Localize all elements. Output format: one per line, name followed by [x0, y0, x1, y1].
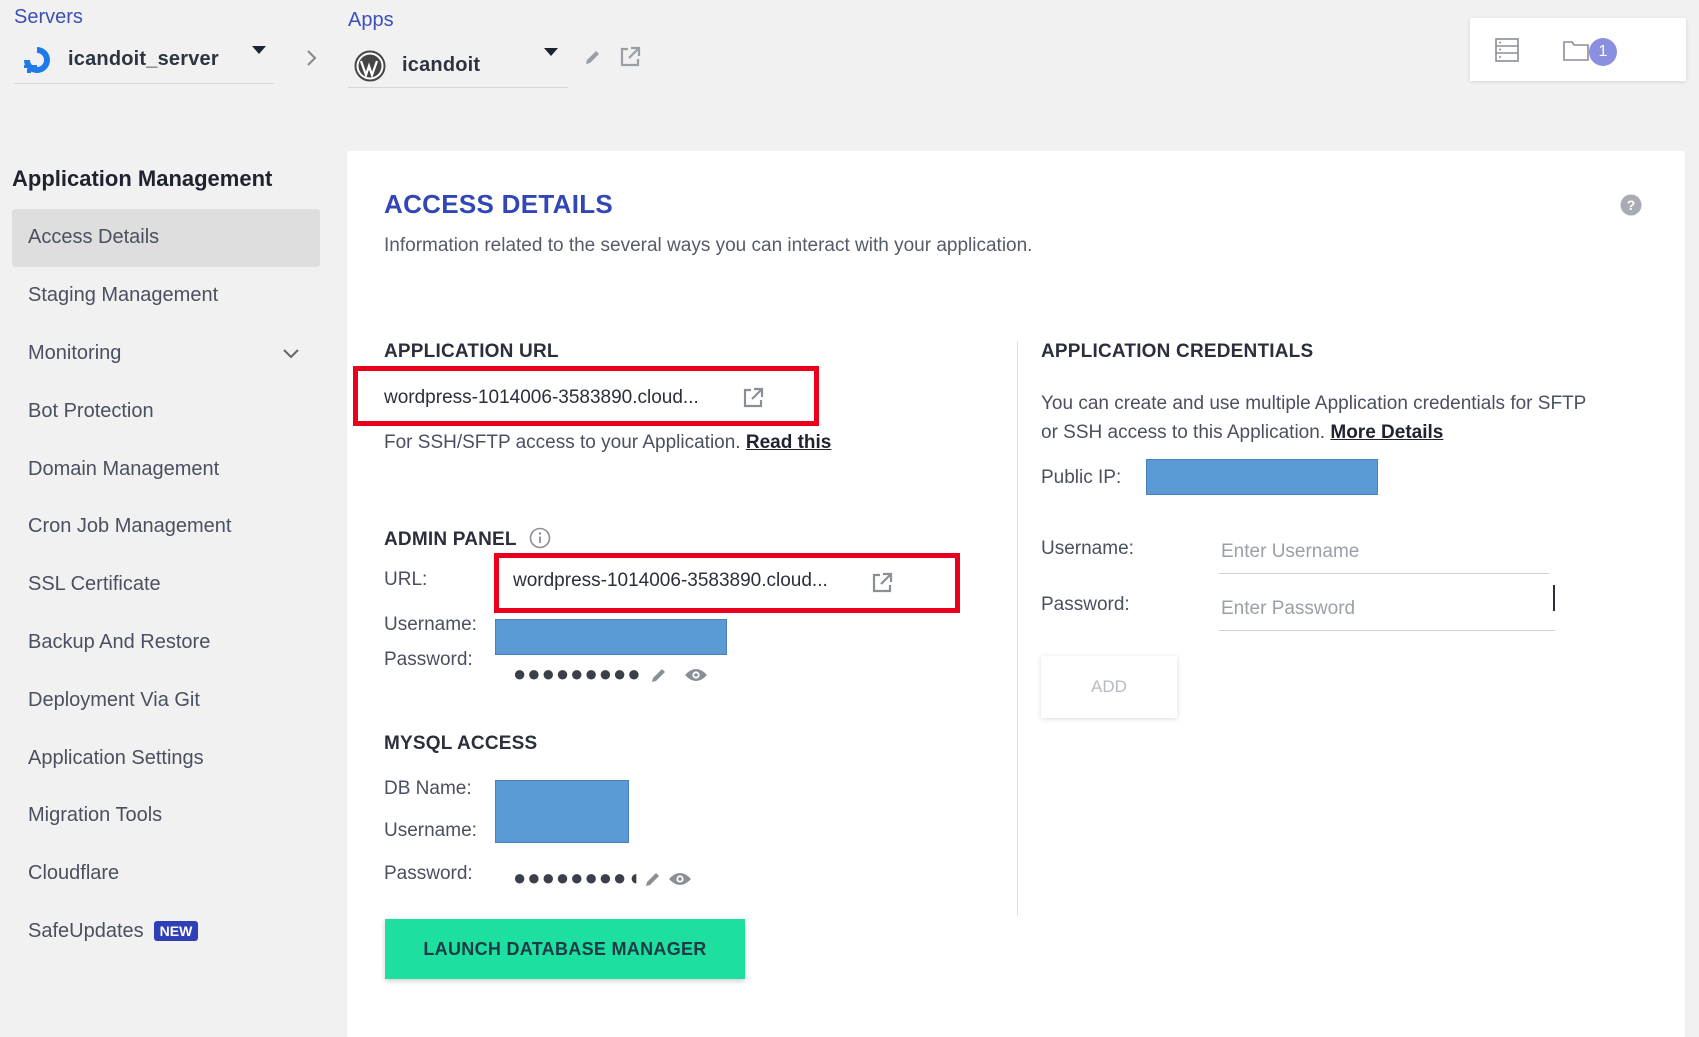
read-this-link[interactable]: Read this: [746, 432, 832, 453]
credential-password-input[interactable]: Enter Password: [1219, 591, 1555, 631]
sidebar-item-application-settings[interactable]: Application Settings: [12, 729, 320, 787]
text-cursor: [1553, 585, 1555, 611]
sidebar-item-domain-management[interactable]: Domain Management: [12, 440, 320, 498]
db-name-label: DB Name:: [384, 778, 472, 799]
application-credentials-heading: APPLICATION CREDENTIALS: [1041, 341, 1314, 362]
sidebar-item-label: Cron Job Management: [28, 515, 232, 538]
sidebar-item-label: SafeUpdates: [28, 919, 144, 942]
chevron-down-icon[interactable]: [282, 348, 300, 360]
sidebar-item-label: Application Settings: [28, 746, 204, 769]
sidebar-item-cron-job-management[interactable]: Cron Job Management: [12, 498, 320, 556]
server-selector[interactable]: icandoit_server: [14, 36, 274, 84]
sidebar-item-backup-and-restore[interactable]: Backup And Restore: [12, 614, 320, 672]
sidebar-item-label: Backup And Restore: [28, 630, 211, 653]
sidebar-item-label: Cloudflare: [28, 862, 120, 885]
sidebar-item-ssl-certificate[interactable]: SSL Certificate: [12, 556, 320, 614]
admin-url-link[interactable]: wordpress-1014006-3583890.cloud...: [513, 570, 828, 592]
admin-password-value: ●●●●●●●●●: [513, 661, 642, 686]
mysql-access-heading: MYSQL ACCESS: [384, 733, 538, 754]
application-url-heading: APPLICATION URL: [384, 341, 559, 362]
new-badge: NEW: [153, 921, 199, 942]
launch-database-manager-button[interactable]: LAUNCH DATABASE MANAGER: [385, 919, 745, 979]
access-details-card: ACCESS DETAILS ? Information related to …: [347, 151, 1685, 1037]
app-name: icandoit: [402, 54, 481, 76]
server-name: icandoit_server: [68, 48, 219, 70]
sidebar-item-label: SSL Certificate: [28, 573, 161, 596]
credential-username-input[interactable]: Enter Username: [1219, 536, 1549, 574]
edit-password-icon[interactable]: [649, 665, 669, 685]
credentials-description: You can create and use multiple Applicat…: [1041, 393, 1587, 414]
sidebar-item-label: Migration Tools: [28, 804, 163, 827]
sidebar-item-label: Bot Protection: [28, 399, 154, 422]
server-list-icon[interactable]: [1494, 37, 1520, 63]
credential-password-label: Password:: [1041, 594, 1130, 615]
sidebar-item-label: Deployment Via Git: [28, 688, 200, 711]
wordpress-logo-icon: [354, 50, 386, 82]
admin-password-label: Password:: [384, 649, 473, 670]
servers-label: Servers: [14, 6, 83, 28]
credential-username-label: Username:: [1041, 538, 1134, 559]
edit-app-icon[interactable]: [583, 47, 603, 67]
sidebar-item-monitoring[interactable]: Monitoring: [12, 325, 320, 383]
redacted-admin-username: [495, 619, 727, 655]
open-external-icon[interactable]: [741, 386, 765, 410]
folder-icon[interactable]: [1562, 38, 1590, 62]
sidebar-title: Application Management: [12, 166, 273, 191]
sidebar-item-label: Access Details: [28, 226, 160, 249]
sidebar-item-label: Staging Management: [28, 284, 219, 307]
sidebar-nav: Access Details Staging Management Monito…: [12, 209, 320, 960]
more-details-link[interactable]: More Details: [1330, 422, 1443, 443]
sidebar-item-staging-management[interactable]: Staging Management: [12, 267, 320, 325]
edit-password-icon[interactable]: [643, 869, 663, 889]
sidebar-item-cloudflare[interactable]: Cloudflare: [12, 845, 320, 903]
redacted-public-ip: [1146, 459, 1378, 495]
apps-label: Apps: [348, 9, 394, 31]
admin-url-label: URL:: [384, 569, 428, 590]
open-external-icon[interactable]: [618, 45, 642, 69]
help-icon[interactable]: ?: [1620, 194, 1642, 216]
public-ip-label: Public IP:: [1041, 467, 1122, 488]
application-url-link[interactable]: wordpress-1014006-3583890.cloud...: [384, 387, 699, 409]
sidebar-item-label: Monitoring: [28, 341, 122, 364]
db-password-label: Password:: [384, 863, 473, 884]
digitalocean-logo-icon: [20, 43, 54, 77]
sidebar-item-migration-tools[interactable]: Migration Tools: [12, 787, 320, 845]
info-icon[interactable]: [529, 527, 551, 549]
chevron-right-icon: [305, 48, 319, 68]
sidebar-item-label: Domain Management: [28, 457, 220, 480]
show-password-eye-icon[interactable]: [668, 871, 692, 887]
sidebar-item-bot-protection[interactable]: Bot Protection: [12, 382, 320, 440]
notification-badge[interactable]: 1: [1589, 38, 1617, 66]
admin-username-label: Username:: [384, 614, 477, 635]
page-title: ACCESS DETAILS: [384, 189, 614, 219]
column-divider: [1017, 341, 1018, 916]
page-description: Information related to the several ways …: [384, 235, 1033, 256]
admin-panel-heading: ADMIN PANEL: [384, 529, 517, 550]
sidebar-item-access-details[interactable]: Access Details: [12, 209, 320, 267]
sidebar-item-deployment-via-git[interactable]: Deployment Via Git: [12, 671, 320, 729]
credentials-description-line2: or SSH access to this Application.: [1041, 422, 1326, 443]
open-external-icon[interactable]: [870, 571, 894, 595]
ssh-info-text: For SSH/SFTP access to your Application.: [384, 432, 741, 453]
db-password-value: ●●●●●●●●◖: [513, 865, 642, 890]
sidebar-item-safeupdates[interactable]: SafeUpdates NEW: [12, 903, 320, 961]
caret-down-icon: [252, 46, 266, 54]
redacted-db-credentials: [495, 780, 629, 843]
show-password-eye-icon[interactable]: [684, 667, 708, 683]
top-right-toolbar: 1: [1470, 18, 1686, 81]
db-username-label: Username:: [384, 820, 477, 841]
add-credential-button[interactable]: ADD: [1041, 656, 1177, 718]
app-selector[interactable]: icandoit: [348, 44, 568, 88]
caret-down-icon: [544, 48, 558, 56]
svg-text:?: ?: [1627, 197, 1636, 213]
